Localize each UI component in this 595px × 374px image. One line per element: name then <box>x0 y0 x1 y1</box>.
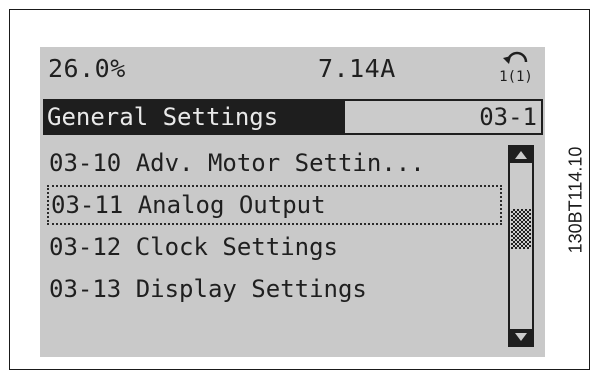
group-header: General Settings 03-1 <box>43 99 543 135</box>
group-code: 03-1 <box>343 99 543 135</box>
menu-item-adv-motor-settings[interactable]: 03-10 Adv. Motor Settin... <box>47 143 502 183</box>
setup-indicator-icon: 1(1) <box>494 48 538 86</box>
status-current: 7.14A <box>318 54 396 83</box>
scroll-thumb[interactable] <box>511 209 531 249</box>
group-title: General Settings <box>43 99 343 135</box>
figure-frame: 26.0% 7.14A 1(1) General Settings 03-1 0… <box>9 9 590 370</box>
menu-item-clock-settings[interactable]: 03-12 Clock Settings <box>47 227 502 267</box>
scrollbar[interactable] <box>508 145 534 347</box>
arrow-up-icon <box>515 151 527 159</box>
scroll-up-button[interactable] <box>510 147 532 163</box>
arrow-down-icon <box>515 333 527 341</box>
svg-text:1(1): 1(1) <box>499 69 533 85</box>
figure-code: 130BT114.10 <box>565 146 586 254</box>
scroll-down-button[interactable] <box>510 329 532 345</box>
status-percent: 26.0% <box>48 54 126 83</box>
lcd-display: 26.0% 7.14A 1(1) General Settings 03-1 0… <box>40 47 545 357</box>
menu-item-analog-output[interactable]: 03-11 Analog Output <box>47 185 502 225</box>
menu-item-display-settings[interactable]: 03-13 Display Settings <box>47 269 502 309</box>
